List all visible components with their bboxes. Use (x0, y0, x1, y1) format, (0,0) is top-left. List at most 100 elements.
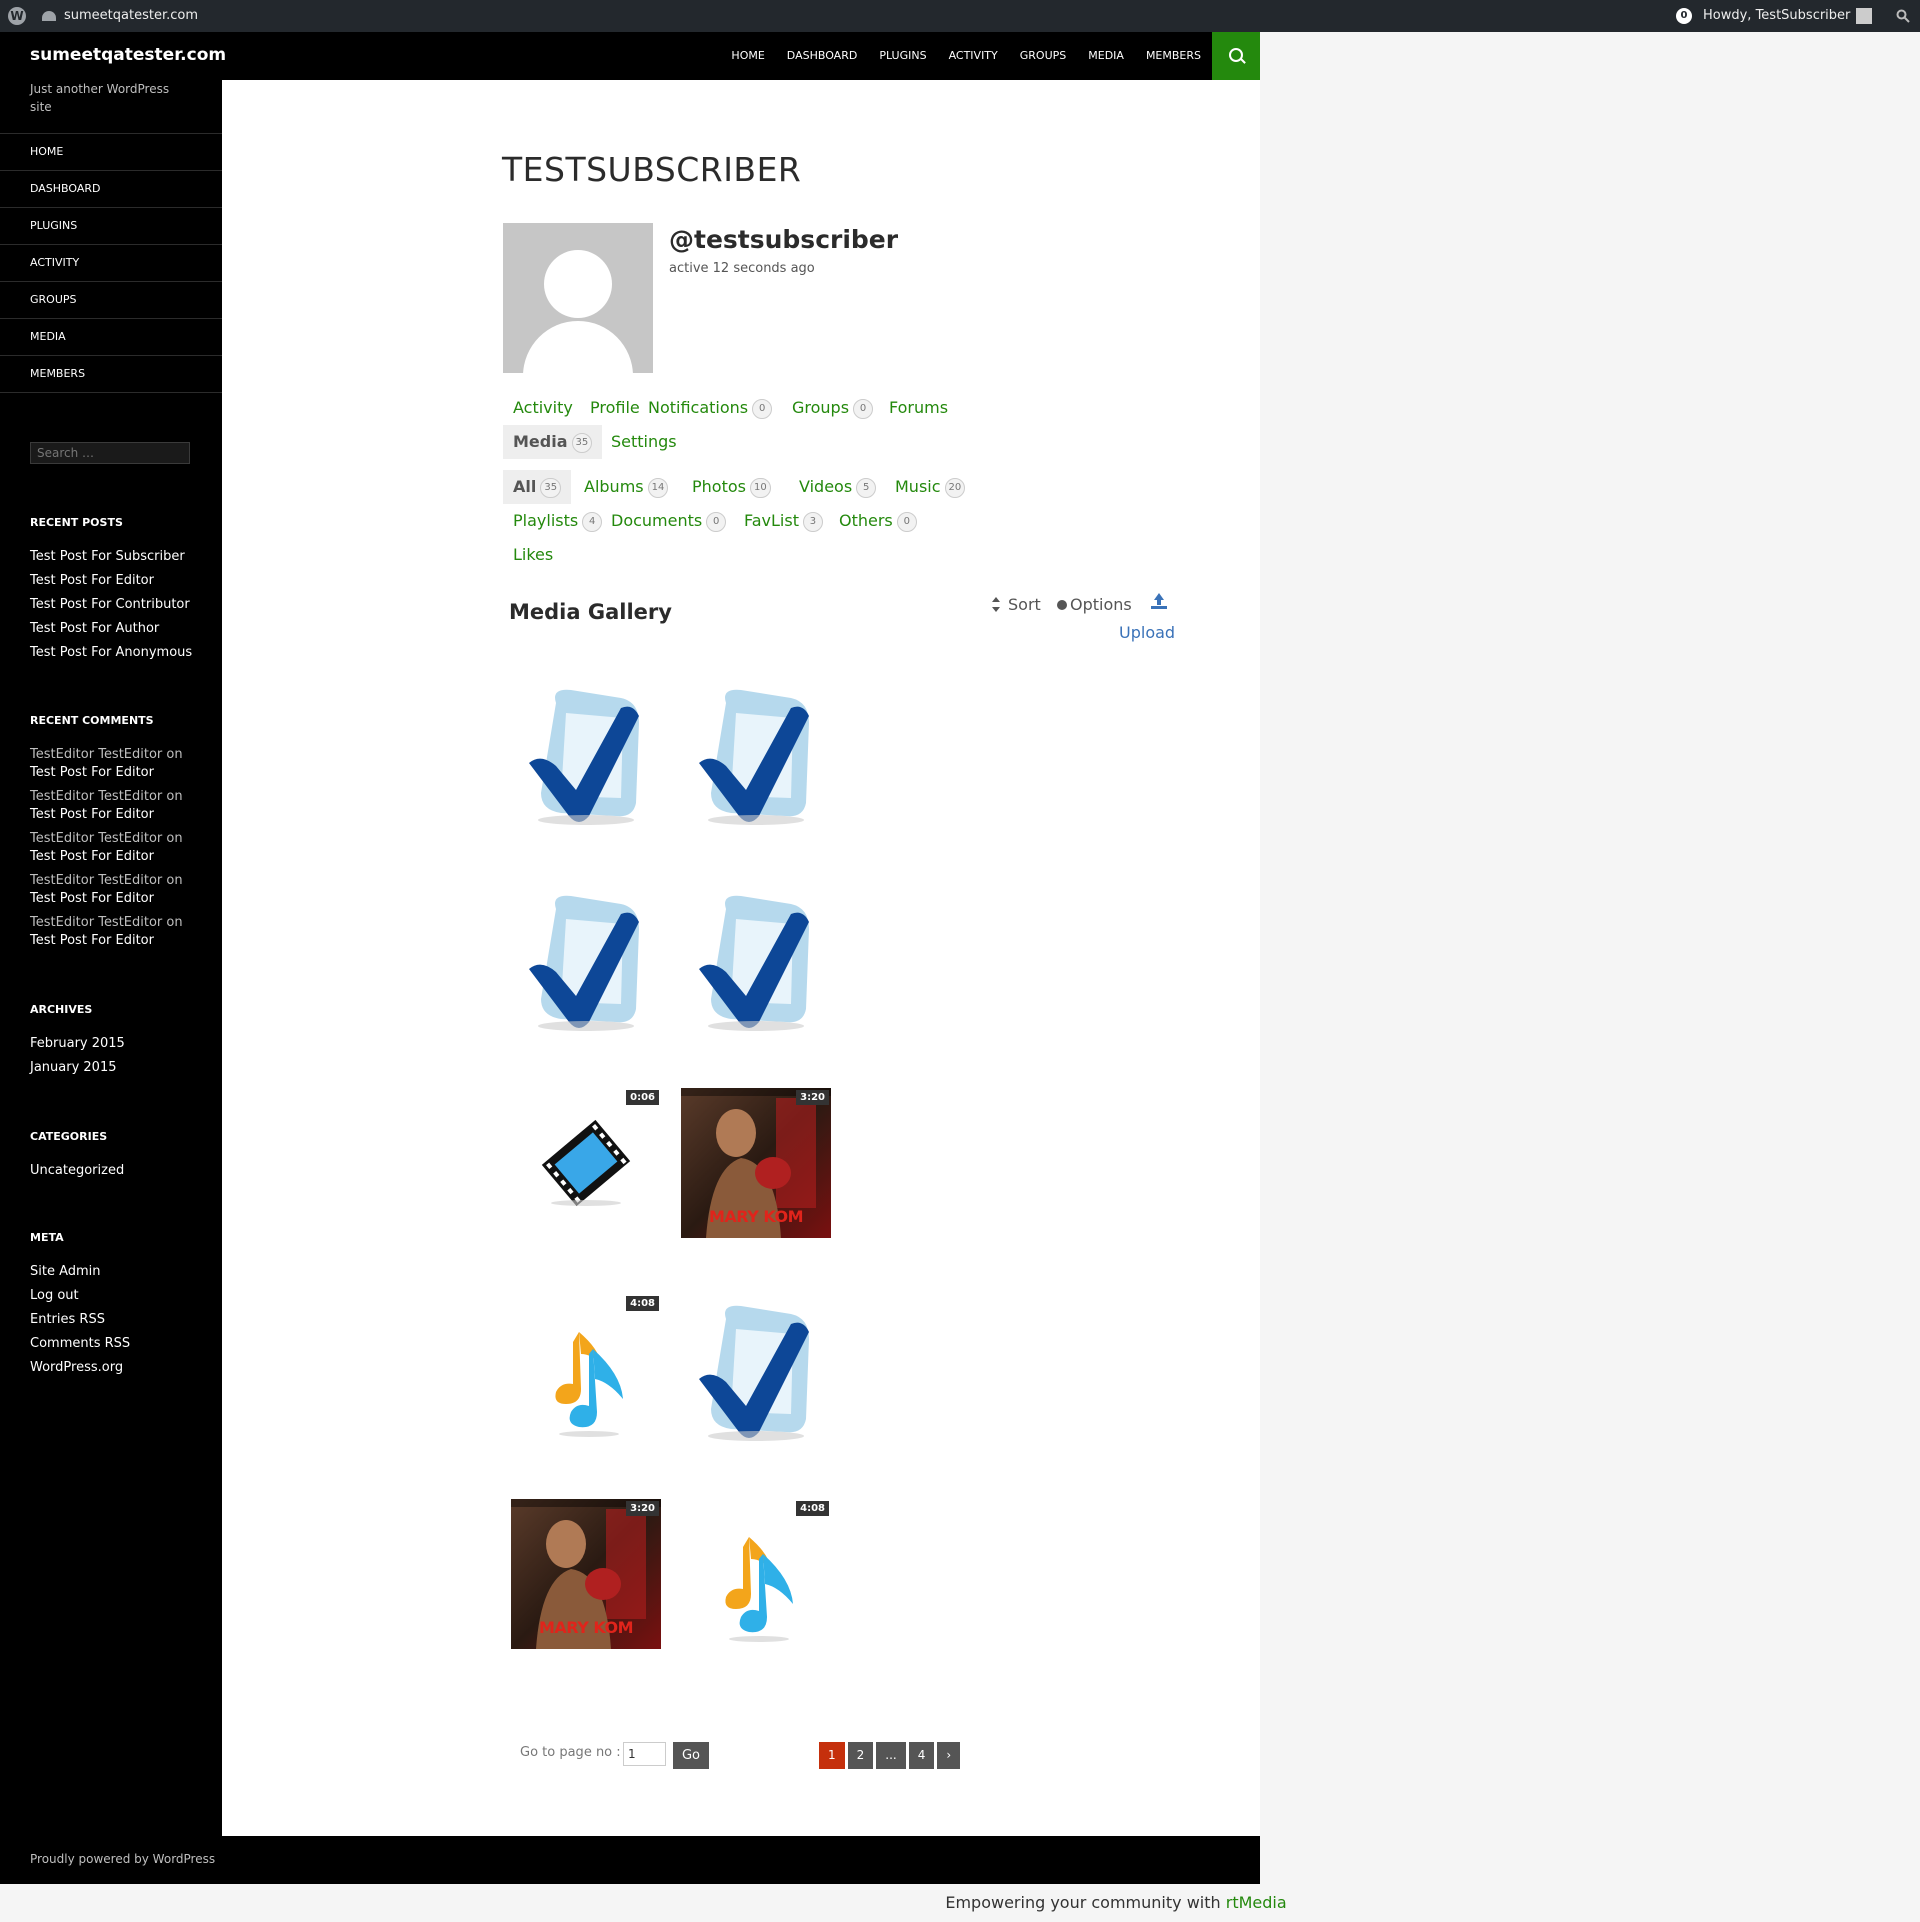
comment-author[interactable]: TestEditor TestEditor (30, 915, 162, 930)
recent-post-link[interactable]: Test Post For Contributor (30, 593, 210, 617)
upload-icon[interactable] (1151, 593, 1167, 609)
media-thumbnail[interactable]: MARY KOM 3:20 (511, 1499, 661, 1649)
photo-check-icon (511, 884, 661, 1034)
recent-posts-list: Test Post For Subscriber Test Post For E… (30, 545, 210, 665)
media-thumbnail[interactable] (511, 678, 661, 828)
comment-author[interactable]: TestEditor TestEditor (30, 873, 162, 888)
nav-dashboard[interactable]: DASHBOARD (776, 32, 869, 80)
media-tab-videos[interactable]: Videos 5 (789, 470, 886, 504)
tab-notifications-label: Notifications (648, 398, 749, 417)
media-tab-photos[interactable]: Photos 10 (682, 470, 781, 504)
comment-post-link[interactable]: Test Post For Editor (30, 848, 210, 866)
my-account-menu[interactable]: Howdy, TestSubscriber (1703, 0, 1873, 32)
comment-post-link[interactable]: Test Post For Editor (30, 890, 210, 908)
tab-activity[interactable]: Activity (503, 391, 583, 425)
comment-post-link[interactable]: Test Post For Editor (30, 806, 210, 824)
recent-post-link[interactable]: Test Post For Author (30, 617, 210, 641)
archive-link[interactable]: February 2015 (30, 1032, 210, 1056)
page-2-link[interactable]: 2 (847, 1742, 874, 1769)
nav-members[interactable]: MEMBERS (1135, 32, 1212, 80)
media-tab-albums[interactable]: Albums 14 (574, 470, 678, 504)
meta-link[interactable]: Entries RSS (30, 1308, 210, 1332)
recent-post-link[interactable]: Test Post For Anonymous (30, 641, 210, 665)
powered-by-link[interactable]: Proudly powered by WordPress (30, 1852, 215, 1866)
options-button[interactable]: Options (1057, 595, 1132, 614)
meta-link[interactable]: Log out (30, 1284, 210, 1308)
last-active: active 12 seconds ago (669, 261, 815, 276)
page-4-link[interactable]: 4 (908, 1742, 935, 1769)
media-tab-music-label: Music (895, 477, 941, 496)
media-tab-playlists[interactable]: Playlists 4 (503, 504, 612, 538)
media-tab-documents[interactable]: Documents 0 (601, 504, 736, 538)
rtmedia-credit: Empowering your community with rtMedia (0, 1884, 1920, 1922)
media-thumbnail[interactable] (681, 678, 831, 828)
meta-link[interactable]: Site Admin (30, 1260, 210, 1284)
tab-groups[interactable]: Groups 0 (782, 391, 883, 425)
meta-link[interactable]: Comments RSS (30, 1332, 210, 1356)
tab-media[interactable]: Media 35 (503, 425, 603, 459)
side-nav-plugins[interactable]: PLUGINS (0, 208, 222, 245)
side-nav-members[interactable]: MEMBERS (0, 356, 222, 393)
nav-groups[interactable]: GROUPS (1009, 32, 1078, 80)
howdy-text: Howdy, TestSubscriber (1703, 8, 1851, 23)
media-tab-music[interactable]: Music 20 (885, 470, 975, 504)
side-nav-media[interactable]: MEDIA (0, 319, 222, 356)
media-tab-others[interactable]: Others 0 (829, 504, 927, 538)
upload-button[interactable]: Upload (1119, 623, 1175, 642)
category-link[interactable]: Uncategorized (30, 1159, 210, 1183)
comment-author[interactable]: TestEditor TestEditor (30, 747, 162, 762)
side-nav-groups[interactable]: GROUPS (0, 282, 222, 319)
comment-author[interactable]: TestEditor TestEditor (30, 789, 162, 804)
media-thumbnail[interactable]: 4:08 (511, 1294, 661, 1444)
tab-settings[interactable]: Settings (601, 425, 687, 459)
media-thumbnail[interactable]: 4:08 (681, 1499, 831, 1649)
rtmedia-link[interactable]: rtMedia (1226, 1893, 1287, 1912)
main-content: TESTSUBSCRIBER @testsubscriber active 12… (222, 80, 1260, 1836)
goto-page-input[interactable] (623, 1742, 666, 1766)
wordpress-logo-icon[interactable]: W (8, 7, 26, 25)
admin-bar-site-link[interactable]: sumeetqatester.com (42, 0, 198, 32)
sort-button[interactable]: Sort (992, 595, 1041, 614)
side-nav-activity[interactable]: ACTIVITY (0, 245, 222, 282)
playlists-count-badge: 4 (582, 511, 603, 532)
notifications-menu[interactable]: 0 (1676, 0, 1692, 32)
media-tab-likes[interactable]: Likes (503, 538, 563, 572)
media-thumbnail[interactable]: 0:06 (511, 1088, 661, 1238)
archive-link[interactable]: January 2015 (30, 1056, 210, 1080)
meta-link[interactable]: WordPress.org (30, 1356, 210, 1380)
page-1-link[interactable]: 1 (819, 1742, 845, 1769)
tab-forums[interactable]: Forums (879, 391, 958, 425)
meta-title: META (30, 1231, 64, 1244)
music-note-icon (681, 1499, 831, 1649)
comment-author[interactable]: TestEditor TestEditor (30, 831, 162, 846)
comment-post-link[interactable]: Test Post For Editor (30, 932, 210, 950)
side-nav-home[interactable]: HOME (0, 134, 222, 171)
media-thumbnail[interactable]: MARY KOM 3:20 (681, 1088, 831, 1238)
avatar[interactable] (503, 223, 653, 373)
media-tab-favlist[interactable]: FavList 3 (734, 504, 833, 538)
tab-notifications[interactable]: Notifications 0 (638, 391, 782, 425)
admin-search-icon[interactable] (1896, 0, 1912, 32)
sidebar-search-input[interactable] (30, 442, 190, 464)
nav-media[interactable]: MEDIA (1077, 32, 1135, 80)
nav-home[interactable]: HOME (720, 32, 775, 80)
nav-plugins[interactable]: PLUGINS (868, 32, 937, 80)
all-count-badge: 35 (540, 477, 562, 498)
comment-post-link[interactable]: Test Post For Editor (30, 764, 210, 782)
go-button[interactable]: Go (673, 1742, 709, 1769)
recent-post-link[interactable]: Test Post For Editor (30, 569, 210, 593)
documents-count-badge: 0 (706, 511, 727, 532)
side-nav-dashboard[interactable]: DASHBOARD (0, 171, 222, 208)
comment-on: on (166, 873, 183, 888)
nav-activity[interactable]: ACTIVITY (938, 32, 1009, 80)
media-tab-all[interactable]: All 35 (503, 470, 572, 504)
media-thumbnail[interactable] (681, 884, 831, 1034)
search-toggle-button[interactable] (1212, 32, 1260, 80)
media-thumbnail[interactable] (511, 884, 661, 1034)
next-page-link[interactable]: › (937, 1742, 961, 1769)
media-thumbnail[interactable] (681, 1294, 831, 1444)
comment-on: on (166, 831, 183, 846)
recent-post-link[interactable]: Test Post For Subscriber (30, 545, 210, 569)
notifications-count-badge: 0 (752, 398, 773, 419)
site-title[interactable]: sumeetqatester.com (30, 45, 226, 65)
